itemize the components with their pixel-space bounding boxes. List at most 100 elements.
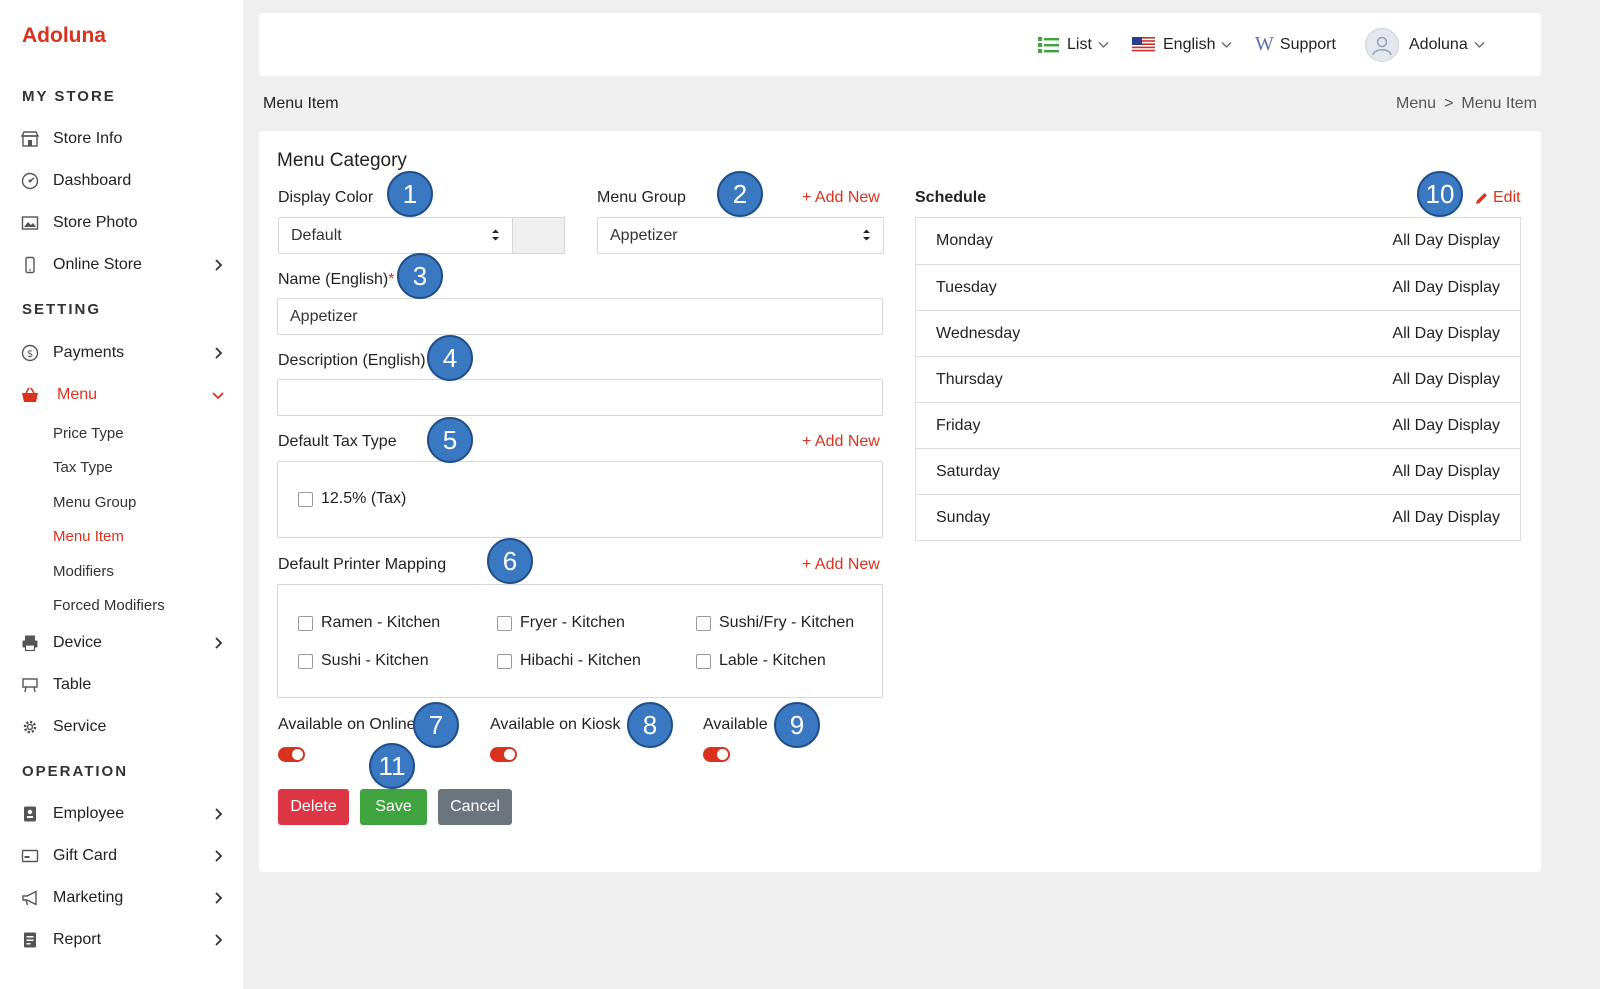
printer-label: Sushi/Fry - Kitchen (719, 614, 855, 631)
day-label: Tuesday (936, 278, 997, 296)
color-swatch[interactable] (512, 217, 565, 254)
save-button[interactable]: Save (360, 789, 427, 825)
sidebar-subitem-menu-group[interactable]: Menu Group (53, 494, 136, 511)
add-new-tax-link[interactable]: + Add New (802, 433, 880, 451)
description-input[interactable] (277, 379, 883, 416)
sidebar-subitem-price-type[interactable]: Price Type (53, 425, 124, 442)
svg-text:$: $ (27, 349, 33, 360)
printer-checkbox-sushi-fry[interactable]: Sushi/Fry - Kitchen (696, 614, 854, 632)
us-flag-icon (1132, 37, 1155, 52)
sidebar-item-label: Employee (53, 805, 125, 822)
add-new-menu-group-link[interactable]: + Add New (802, 189, 880, 207)
available-label: Available (703, 716, 768, 733)
name-label-text: Name (English) (278, 271, 389, 288)
id-badge-icon (20, 804, 40, 824)
delete-button[interactable]: Delete (278, 789, 349, 825)
available-toggle[interactable] (703, 747, 730, 762)
day-value: All Day Display (1392, 416, 1500, 434)
breadcrumb: Menu > Menu Item (1396, 95, 1537, 113)
sidebar-item-device[interactable]: Device (20, 630, 225, 656)
annotation-badge-8: 8 (627, 702, 673, 748)
day-value: All Day Display (1392, 278, 1500, 296)
available-kiosk-toggle[interactable] (490, 747, 517, 762)
name-input[interactable] (277, 298, 883, 335)
annotation-badge-7: 7 (413, 702, 459, 748)
menu-group-value: Appetizer (610, 226, 678, 244)
chevron-right-icon (211, 891, 225, 905)
checkbox[interactable] (497, 653, 512, 669)
sidebar-item-online-store[interactable]: Online Store (20, 252, 225, 278)
sidebar-item-marketing[interactable]: Marketing (20, 885, 225, 911)
printer-checkbox-sushi[interactable]: Sushi - Kitchen (298, 652, 429, 670)
chevron-right-icon (211, 849, 225, 863)
checkbox[interactable] (696, 653, 711, 669)
sidebar-item-table[interactable]: Table (20, 672, 225, 698)
chevron-down-icon (1474, 36, 1485, 54)
checkbox[interactable] (696, 615, 711, 631)
printer-checkbox-hibachi[interactable]: Hibachi - Kitchen (497, 652, 641, 670)
language-label: English (1163, 35, 1216, 53)
list-icon (1038, 36, 1059, 54)
sidebar-subitem-modifiers[interactable]: Modifiers (53, 563, 114, 580)
schedule-label: Schedule (915, 189, 987, 206)
language-selector[interactable]: English (1132, 13, 1232, 76)
printer-checkbox-lable[interactable]: Lable - Kitchen (696, 652, 826, 670)
sidebar-subitem-forced-modifiers[interactable]: Forced Modifiers (53, 597, 165, 614)
day-label: Sunday (936, 508, 991, 526)
tax-checkbox-12-5[interactable]: 12.5% (Tax) (298, 490, 406, 508)
report-icon (20, 930, 40, 950)
schedule-row: Wednesday All Day Display (916, 310, 1520, 356)
top-bar: List English W Support Adoluna (259, 13, 1541, 76)
breadcrumb-menu[interactable]: Menu (1396, 95, 1436, 113)
sidebar-item-dashboard[interactable]: Dashboard (20, 168, 225, 194)
edit-label: Edit (1493, 189, 1521, 206)
chevron-right-icon (211, 346, 225, 360)
sidebar-subitem-tax-type[interactable]: Tax Type (53, 459, 113, 476)
cancel-button[interactable]: Cancel (438, 789, 512, 825)
available-kiosk-label: Available on Kiosk (490, 716, 621, 733)
chevron-right-icon (211, 258, 225, 272)
support-w-icon: W (1255, 33, 1274, 55)
megaphone-icon (20, 888, 40, 908)
brand-logo[interactable]: Adoluna (22, 24, 106, 48)
annotation-badge-6: 6 (487, 538, 533, 584)
support-link[interactable]: W Support (1255, 13, 1336, 76)
printer-checkbox-ramen[interactable]: Ramen - Kitchen (298, 614, 440, 632)
printer-label: Fryer - Kitchen (520, 614, 625, 631)
breadcrumb-separator: > (1444, 95, 1454, 112)
card-title: Menu Category (277, 150, 407, 171)
sidebar-item-employee[interactable]: Employee (20, 801, 225, 827)
annotation-badge-2: 2 (717, 171, 763, 217)
sidebar-item-menu[interactable]: Menu (20, 382, 225, 408)
checkbox[interactable] (298, 491, 313, 507)
description-label: Description (English) (278, 352, 426, 369)
sidebar-item-gift-card[interactable]: Gift Card (20, 843, 225, 869)
schedule-edit-button[interactable]: Edit (1474, 189, 1521, 207)
sidebar-item-report[interactable]: Report (20, 927, 225, 953)
display-color-select[interactable]: Default (278, 217, 513, 254)
page-title: Menu Item (263, 95, 339, 112)
checkbox[interactable] (298, 615, 313, 631)
printer-checkbox-fryer[interactable]: Fryer - Kitchen (497, 614, 625, 632)
chevron-down-icon (1098, 36, 1109, 54)
checkbox[interactable] (497, 615, 512, 631)
add-new-printer-link[interactable]: + Add New (802, 556, 880, 574)
available-online-toggle[interactable] (278, 747, 305, 762)
sidebar-item-label: Table (53, 676, 92, 693)
sidebar-item-service[interactable]: Service (20, 714, 225, 740)
card-icon (20, 846, 40, 866)
checkbox[interactable] (298, 653, 313, 669)
available-online-label: Available on Online (278, 716, 416, 733)
sidebar-subitem-menu-item[interactable]: Menu Item (53, 528, 124, 545)
list-view-toggle[interactable]: List (1038, 13, 1109, 76)
sidebar-item-payments[interactable]: $ Payments (20, 340, 225, 366)
display-color-label: Display Color (278, 189, 374, 206)
sidebar-item-store-photo[interactable]: Store Photo (20, 210, 225, 236)
sidebar-item-store-info[interactable]: Store Info (20, 126, 225, 152)
schedule-table: Monday All Day Display Tuesday All Day Dis… (915, 217, 1521, 541)
user-menu[interactable]: Adoluna (1365, 13, 1485, 76)
day-label: Thursday (936, 370, 1003, 388)
menu-group-select[interactable]: Appetizer (597, 217, 884, 254)
schedule-row: Thursday All Day Display (916, 356, 1520, 402)
sidebar-item-label: Service (53, 718, 107, 735)
